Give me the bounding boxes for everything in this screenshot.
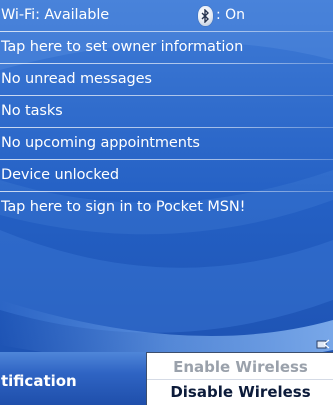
owner-info-label: Tap here to set owner information [1,39,244,55]
wifi-status-label: Wi-Fi: Available [1,7,110,23]
connectivity-icon[interactable] [316,339,330,350]
enable-wireless-menu-item[interactable]: Enable Wireless [147,354,333,380]
tasks-item[interactable]: No tasks [0,96,333,127]
today-screen: Wi-Fi: Available : On Tap here to set ow… [0,0,333,405]
messages-label: No unread messages [1,71,152,87]
device-lock-item[interactable]: Device unlocked [0,160,333,191]
device-lock-label: Device unlocked [1,167,119,183]
bluetooth-icon [198,6,213,26]
messages-item[interactable]: No unread messages [0,64,333,95]
disable-wireless-menu-item[interactable]: Disable Wireless [147,379,333,405]
pocket-msn-item[interactable]: Tap here to sign in to Pocket MSN! [0,192,333,223]
appointments-item[interactable]: No upcoming appointments [0,128,333,159]
left-softkey[interactable]: tification [1,372,77,390]
tasks-label: No tasks [1,103,63,119]
wireless-menu: Enable Wireless Disable Wireless [146,352,333,405]
owner-info-item[interactable]: Tap here to set owner information [0,32,333,63]
appointments-label: No upcoming appointments [1,135,200,151]
pocket-msn-label: Tap here to sign in to Pocket MSN! [1,199,246,215]
bluetooth-status: : On [216,7,246,23]
wifi-status-row[interactable]: Wi-Fi: Available : On [0,0,333,31]
